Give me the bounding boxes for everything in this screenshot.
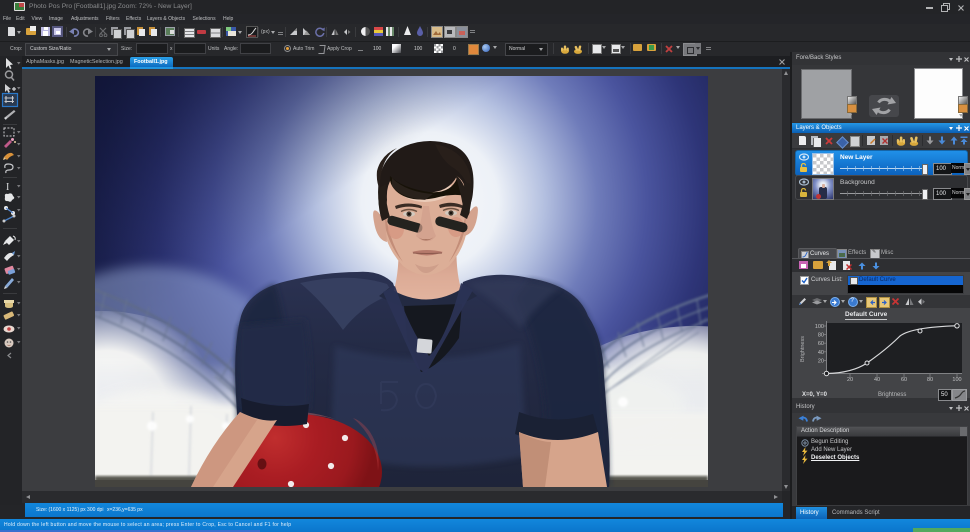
- svg-text:40: 40: [874, 377, 880, 383]
- svg-text:40: 40: [818, 350, 824, 356]
- svg-text:100: 100: [815, 324, 824, 330]
- svg-text:100: 100: [952, 377, 961, 383]
- svg-text:Brightness: Brightness: [800, 336, 806, 362]
- svg-text:I: I: [6, 182, 9, 193]
- svg-text:20: 20: [847, 377, 853, 383]
- svg-text:20: 20: [818, 358, 824, 364]
- svg-text:80: 80: [818, 333, 824, 339]
- svg-text:60: 60: [818, 341, 824, 347]
- svg-text:80: 80: [927, 377, 933, 383]
- svg-text:60: 60: [901, 377, 907, 383]
